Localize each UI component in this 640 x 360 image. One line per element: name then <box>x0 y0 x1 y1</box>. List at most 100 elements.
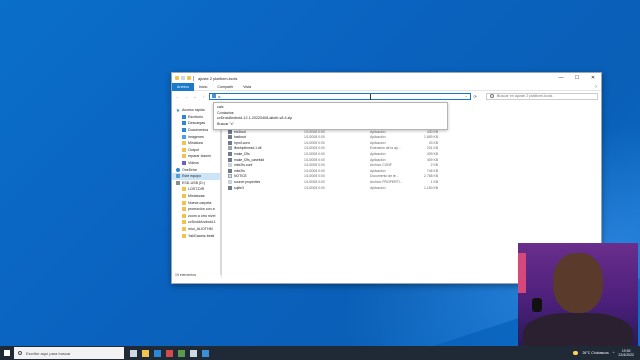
taskbar-search-placeholder: Escribe aquí para buscar <box>26 350 71 356</box>
file-type: Archivo CONF <box>370 163 392 168</box>
title-bar[interactable]: ajuste 2 platform-tools — ☐ ✕ <box>172 73 601 83</box>
nav-item[interactable]: Este equipo <box>172 172 221 180</box>
folder-icon <box>182 187 186 192</box>
file-date: 1/1/2008 0:00 <box>304 179 325 184</box>
nav-item[interactable]: ESD-USB (D:) <box>172 180 221 187</box>
app-icon[interactable] <box>166 349 173 357</box>
search-icon <box>18 351 22 355</box>
minimize-button[interactable]: — <box>553 73 569 83</box>
file-icon <box>228 179 232 184</box>
search-input[interactable] <box>496 94 597 98</box>
search-box[interactable] <box>485 92 599 100</box>
nav-item[interactable]: Miniatura <box>172 140 221 147</box>
nav-item[interactable]: zoom a otro nivel <box>172 213 221 220</box>
videos-icon <box>182 161 186 166</box>
up-arrow-icon[interactable]: ↑ <box>201 94 207 99</box>
address-bar[interactable]: ⌄ <box>209 92 471 100</box>
nav-item[interactable]: Imágenes <box>172 133 221 140</box>
new-folder-icon[interactable] <box>187 76 191 80</box>
tab-archivo[interactable]: Archivo <box>172 82 194 91</box>
nav-item-label: zoom a otro nivel <box>188 213 216 218</box>
tab-compartir[interactable]: Compartir <box>212 83 238 91</box>
nav-item-label: Documentos <box>188 128 209 133</box>
tab-inicio[interactable]: Inicio <box>194 83 212 91</box>
nav-item-label: OneDrive <box>182 167 198 172</box>
drive-icon <box>176 180 180 185</box>
chevron-down-icon[interactable]: ⌄ <box>465 94 470 98</box>
nav-item[interactable]: LOST.DIR <box>172 186 221 193</box>
file-name: sqlite3 <box>234 185 244 190</box>
file-size: 43 KB <box>428 140 438 145</box>
file-name: make_f2fs_casefold <box>234 157 265 162</box>
autocomplete-option[interactable]: Buscar "c" <box>214 122 447 128</box>
file-icon <box>228 163 232 168</box>
address-autocomplete-dropdown: calc Contactos cvDroidAndroid-12.1-2022040… <box>213 102 448 130</box>
cloud-icon <box>176 167 180 172</box>
file-row[interactable]: sqlite3 1/1/2008 0:00 Aplicación 1.150 KB <box>228 185 601 191</box>
nav-item-label: Miniaturas <box>188 194 205 199</box>
file-date: 1/1/2008 0:00 <box>304 168 325 173</box>
documents-icon <box>182 128 186 133</box>
app-icon[interactable] <box>190 349 197 357</box>
weather-text[interactable]: 26°C Chubascos <box>582 351 608 355</box>
microphone <box>532 298 542 312</box>
nav-item[interactable]: Nueva carpeta <box>172 199 221 206</box>
folder-icon <box>175 76 179 80</box>
nav-item[interactable]: promoción con a <box>172 206 221 213</box>
file-size: 409 KB <box>426 157 438 162</box>
nav-item[interactable]: reparar xiaomi <box>172 153 221 160</box>
nav-item-label: LOST.DIR <box>188 187 205 192</box>
close-button[interactable]: ✕ <box>585 73 601 83</box>
file-size: 2 KB <box>430 163 438 168</box>
nav-item-label: Videos <box>188 161 199 166</box>
file-name: mke2fs.conf <box>234 163 253 168</box>
quick-access-toolbar <box>175 75 194 81</box>
computer-icon <box>212 94 217 98</box>
nav-item-label: Descargas <box>188 121 206 126</box>
nav-item[interactable]: miui_ALIOTHM <box>172 226 221 233</box>
file-icon <box>228 185 232 190</box>
file-name: source.properties <box>234 179 261 184</box>
nav-item-label: Escritorio <box>188 114 203 119</box>
edge-icon[interactable] <box>154 349 161 357</box>
tab-vista[interactable]: Vista <box>238 83 256 91</box>
taskbar-search[interactable]: Escribe aquí para buscar <box>14 347 124 359</box>
file-date: 1/1/2008 0:00 <box>304 135 325 140</box>
folder-icon <box>182 213 186 218</box>
help-icon[interactable]: ? <box>595 84 601 89</box>
app-icon[interactable] <box>178 349 185 357</box>
refresh-icon[interactable]: ⟳ <box>474 94 477 99</box>
search-icon <box>489 94 494 98</box>
download-icon <box>182 121 186 126</box>
folder-icon <box>182 147 186 152</box>
nav-item[interactable]: OneDrive <box>172 166 221 173</box>
forward-arrow-icon[interactable]: → <box>184 94 190 99</box>
text-cursor <box>370 94 372 100</box>
nav-item-label: Nueva carpeta <box>188 200 212 205</box>
nav-item[interactable]: YakGaamz-besti <box>172 232 221 239</box>
file-name: NOTICE <box>234 174 247 179</box>
file-icon <box>228 168 232 173</box>
weather-icon[interactable] <box>573 351 579 355</box>
file-explorer-icon[interactable] <box>142 349 149 357</box>
start-button[interactable] <box>0 346 14 360</box>
recent-locations-icon[interactable]: ⌄ <box>192 94 198 99</box>
file-icon <box>228 146 232 151</box>
file-type: Documento de te... <box>370 174 399 179</box>
back-arrow-icon[interactable]: ← <box>175 94 181 99</box>
nav-item[interactable]: Videos <box>172 160 221 167</box>
task-view-icon[interactable] <box>130 349 137 357</box>
nav-item-label: promoción con a <box>188 207 215 212</box>
nav-item[interactable]: Output <box>172 147 221 154</box>
app-icon[interactable] <box>202 349 209 357</box>
properties-icon[interactable] <box>181 76 185 80</box>
nav-item[interactable]: cvDroidAndroid-1 <box>172 219 221 226</box>
nav-item[interactable]: Miniaturas <box>172 193 221 200</box>
maximize-button[interactable]: ☐ <box>569 73 585 83</box>
tray-arrow-icon[interactable]: ^ <box>613 351 615 355</box>
clock[interactable]: 19:52 22/4/2022 <box>618 349 634 358</box>
address-row: ← → ⌄ ↑ ⌄ ⟳ <box>172 91 601 101</box>
file-type: Aplicación <box>370 168 386 173</box>
address-input[interactable] <box>218 93 449 99</box>
file-icon <box>228 129 232 134</box>
